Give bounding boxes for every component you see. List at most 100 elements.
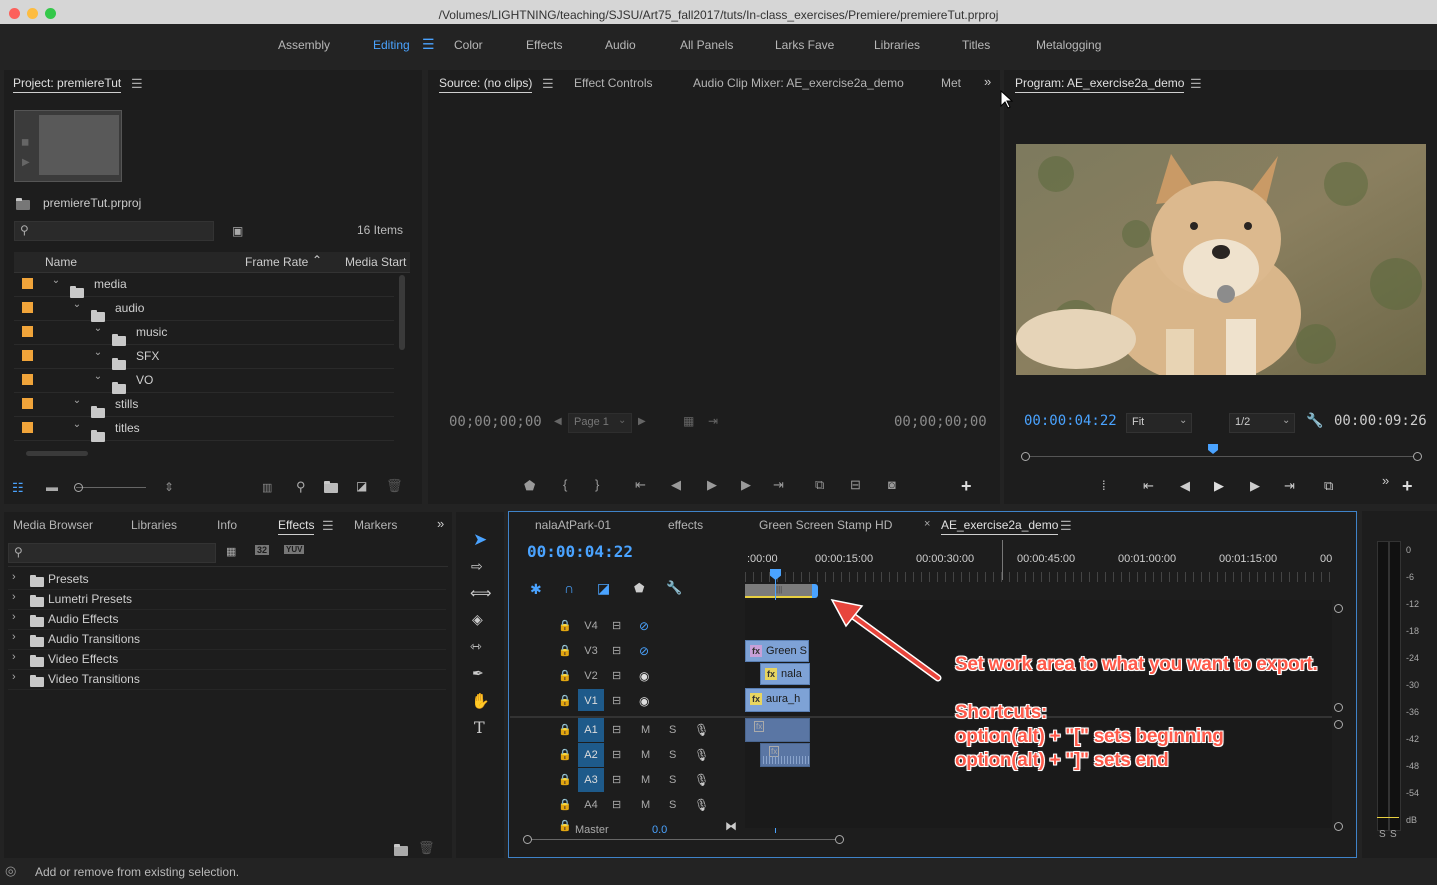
chevron-right-icon[interactable]: › — [12, 631, 16, 643]
workspace-all-panels[interactable]: All Panels — [680, 38, 733, 52]
mark-in-icon[interactable]: { — [563, 477, 567, 492]
effects-folder-item[interactable]: › Audio Effects — [8, 609, 446, 630]
microphone-icon[interactable]: 🎙 — [694, 743, 709, 767]
libraries-tab[interactable]: Libraries — [131, 512, 177, 538]
timeline-tab-effects[interactable]: effects — [668, 512, 703, 538]
label-color-swatch[interactable] — [22, 398, 33, 409]
next-page-icon[interactable]: ▶ — [638, 416, 646, 427]
mute-button[interactable]: M — [641, 793, 650, 817]
workspace-audio[interactable]: Audio — [605, 38, 636, 52]
project-list-item[interactable]: ⌄ SFX — [14, 341, 394, 370]
step-back-icon[interactable]: ◀ — [671, 477, 681, 493]
project-menu-icon[interactable]: ☰ — [131, 76, 143, 92]
lock-icon[interactable]: 🔒 — [558, 768, 572, 792]
step-forward-icon[interactable]: ▶ — [741, 477, 751, 493]
more-controls-icon[interactable]: » — [1382, 473, 1389, 488]
microphone-icon[interactable]: 🎙 — [694, 718, 709, 742]
col-frame-rate[interactable]: Frame Rate — [245, 255, 308, 269]
microphone-icon[interactable]: 🎙 — [694, 793, 709, 817]
prev-page-icon[interactable]: ◀ — [554, 416, 562, 427]
master-volume[interactable]: 0.0 — [652, 822, 667, 834]
playback-resolution-select[interactable]: 1/2 ⌄ — [1229, 413, 1295, 433]
track-label[interactable]: V4 — [578, 614, 604, 636]
yuv-effects-button[interactable]: YUV — [284, 545, 305, 554]
disclosure-chevron-icon[interactable]: ⌄ — [92, 341, 104, 365]
program-video-frame[interactable] — [1016, 144, 1426, 375]
selection-tool-icon[interactable]: ➤ — [473, 530, 487, 550]
timeline-vscroll[interactable] — [1334, 604, 1343, 831]
timeline-ruler[interactable] — [745, 572, 1332, 582]
clip-nala[interactable]: fx nala — [760, 663, 810, 685]
go-to-in-icon[interactable]: ⇤ — [1143, 478, 1154, 494]
timeline-tab-ae-exercise[interactable]: AE_exercise2a_demo — [941, 512, 1059, 538]
col-media-start[interactable]: Media Start — [345, 255, 406, 269]
track-select-tool-icon[interactable]: ⇨ — [471, 558, 483, 575]
lock-icon[interactable]: 🔒 — [558, 639, 572, 663]
chevron-right-icon[interactable]: › — [12, 571, 16, 583]
mark-in-out-icon[interactable]: ⁞ — [1102, 478, 1106, 493]
solo-right-button[interactable]: S — [1390, 829, 1397, 840]
timeline-tab-nala[interactable]: nalaAtPark-01 — [535, 512, 611, 538]
timeline-settings-icon[interactable]: 🔧 — [666, 580, 682, 596]
slip-tool-icon[interactable]: ⇿ — [470, 638, 482, 655]
add-marker-icon[interactable]: ⬟ — [524, 478, 535, 494]
sync-lock-icon[interactable]: ⊟ — [612, 664, 621, 688]
go-to-out-icon[interactable]: ⇥ — [773, 477, 784, 493]
trash-icon[interactable]: 🗑 — [386, 478, 403, 494]
chevron-right-icon[interactable]: › — [12, 651, 16, 663]
overwrite-icon[interactable]: ⊟ — [850, 477, 861, 493]
solo-left-button[interactable]: S — [1379, 829, 1386, 840]
label-color-swatch[interactable] — [22, 278, 33, 289]
new-item-icon[interactable]: ◪ — [356, 479, 367, 493]
source-tab[interactable]: Source: (no clips) — [439, 70, 533, 96]
play-icon[interactable]: ▶ — [1214, 478, 1224, 494]
effects-menu-icon[interactable]: ☰ — [322, 518, 334, 534]
program-playhead[interactable] — [1208, 444, 1219, 454]
sync-lock-icon[interactable]: ⊟ — [612, 639, 621, 663]
chevron-right-icon[interactable]: › — [12, 611, 16, 623]
zoom-level-select[interactable]: Fit ⌄ — [1126, 413, 1192, 433]
sync-lock-icon[interactable]: ⊟ — [612, 689, 621, 713]
project-tab[interactable]: Project: premiereTut — [13, 70, 122, 96]
list-view-icon[interactable]: ☷ — [12, 480, 24, 496]
accelerated-effects-icon[interactable]: ▦ — [226, 545, 236, 558]
solo-button[interactable]: S — [669, 718, 676, 742]
master-track-header[interactable]: 🔒 Master 0.0 ⧓ — [510, 818, 744, 834]
project-search-input[interactable]: ⚲ — [14, 221, 214, 241]
solo-button[interactable]: S — [669, 793, 676, 817]
sort-icons-icon[interactable]: ⇕ — [164, 480, 174, 494]
clip-aura[interactable]: fx aura_h — [745, 688, 810, 712]
project-scrollbar[interactable] — [399, 275, 405, 350]
program-scrub-bar[interactable] — [1021, 444, 1422, 464]
linked-selection-icon[interactable]: ◪ — [597, 580, 610, 597]
effects-folder-item[interactable]: › Video Effects — [8, 649, 446, 670]
video-track-header[interactable]: 🔒 V1 ⊟ ◉ — [510, 689, 744, 713]
lock-icon[interactable]: 🔒 — [558, 718, 572, 742]
workspace-effects[interactable]: Effects — [526, 38, 562, 52]
source-drag-icon[interactable]: ⇥ — [708, 414, 718, 428]
program-timecode[interactable]: 00:00:04:22 — [1024, 413, 1117, 429]
insert-icon[interactable]: ⧉ — [815, 477, 824, 493]
disclosure-chevron-icon[interactable]: ⌄ — [92, 317, 104, 341]
disclosure-chevron-icon[interactable]: ⌄ — [71, 413, 83, 437]
go-to-end-icon[interactable]: ⧓ — [725, 818, 737, 834]
label-color-swatch[interactable] — [22, 302, 33, 313]
mute-button[interactable]: M — [641, 768, 650, 792]
sort-ascending-icon[interactable]: ⌃ — [312, 253, 322, 267]
find-icon[interactable]: ⚲ — [296, 479, 306, 495]
workspace-assembly[interactable]: Assembly — [278, 38, 330, 52]
lock-icon[interactable]: 🔒 — [558, 743, 572, 767]
step-forward-icon[interactable]: ▶ — [1250, 478, 1260, 494]
zoom-slider[interactable] — [74, 483, 146, 492]
mute-button[interactable]: M — [641, 743, 650, 767]
workspace-titles[interactable]: Titles — [962, 38, 990, 52]
program-tab[interactable]: Program: AE_exercise2a_demo — [1015, 70, 1185, 96]
sync-lock-icon[interactable]: ⊟ — [612, 614, 621, 638]
track-label[interactable]: A4 — [578, 793, 604, 817]
add-marker-icon[interactable]: ⬟ — [634, 581, 644, 595]
more-panels-icon[interactable]: » — [437, 516, 444, 531]
program-button-editor-icon[interactable]: + — [1402, 476, 1413, 497]
workspace-menu-icon[interactable]: ☰ — [422, 36, 435, 53]
track-label[interactable]: A3 — [578, 768, 604, 792]
project-list-item[interactable]: ⌄ audio — [14, 296, 394, 322]
